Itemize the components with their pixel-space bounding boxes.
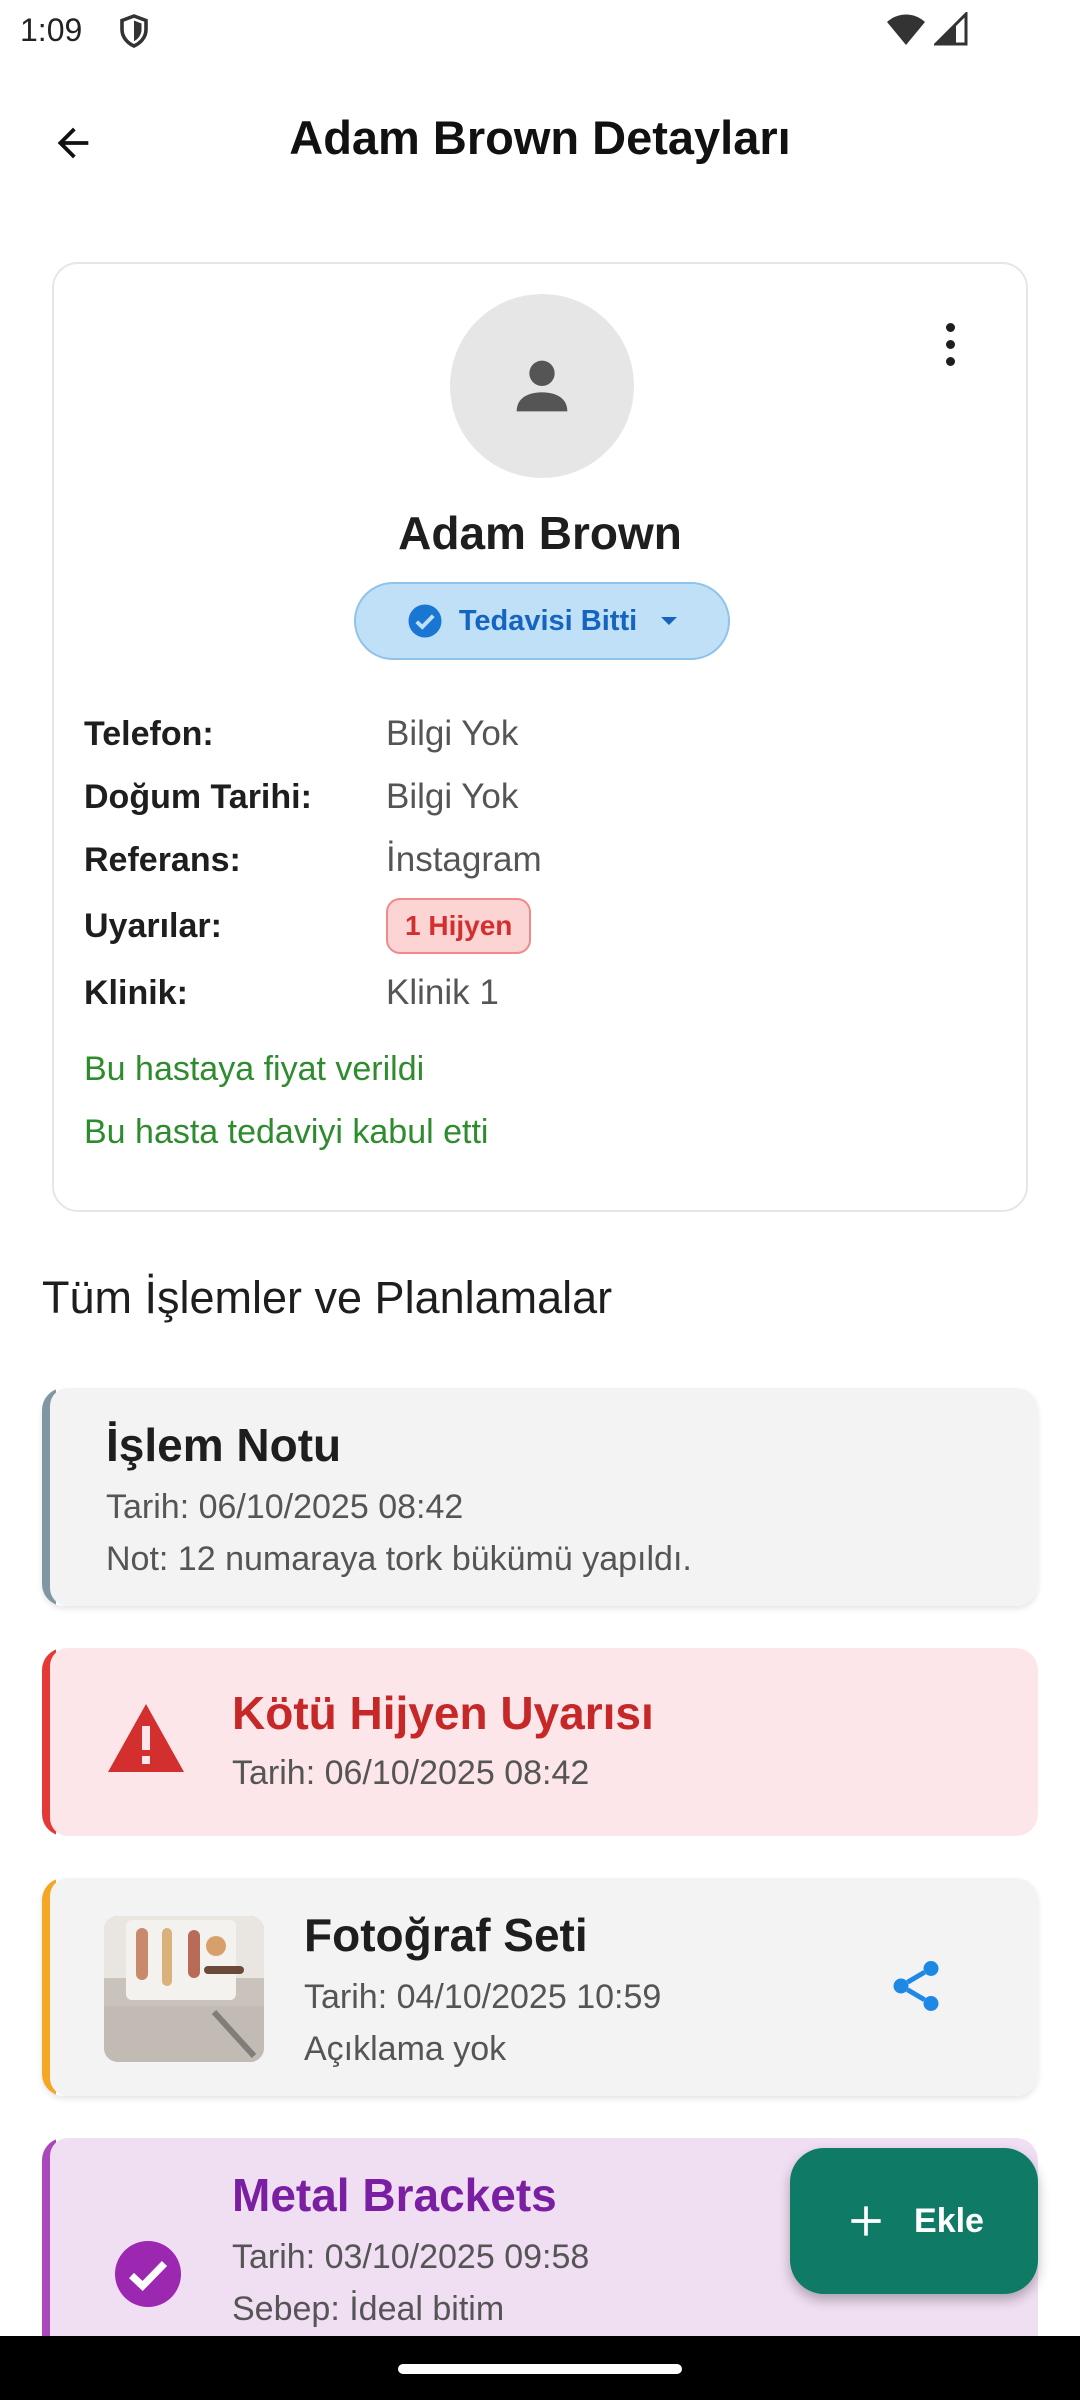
status-bar: 1:09 [0, 0, 1080, 62]
more-options-button[interactable] [930, 314, 970, 374]
procedure-note-card[interactable]: İşlem Notu Tarih: 06/10/2025 08:42 Not: … [42, 1388, 1038, 1606]
page-title: Adam Brown Detayları [289, 111, 791, 164]
hygiene-warning-card[interactable]: Kötü Hijyen Uyarısı Tarih: 06/10/2025 08… [42, 1648, 1038, 1836]
note-title: İşlem Notu [106, 1419, 342, 1471]
status-label: Tedavisi Bitti [458, 604, 638, 637]
info-value: Bilgi Yok [386, 777, 519, 816]
plus-icon [851, 2206, 881, 2236]
card-body: İşlem Notu Tarih: 06/10/2025 08:42 Not: … [50, 1388, 1038, 1606]
photo-title: Fotoğraf Seti [304, 1909, 588, 1961]
check-circle-icon [115, 2241, 181, 2307]
info-row-phone: Telefon: Bilgi Yok [84, 709, 984, 759]
chevron-down-icon [661, 617, 678, 625]
note-text: Not: 12 numaraya tork bükümü yapıldı. [106, 1540, 692, 1578]
photo-thumbnail-image [104, 1916, 264, 2062]
warning-badge[interactable]: 1 Hijyen [386, 898, 532, 954]
price-given-note: Bu hastaya fiyat verildi [84, 1050, 425, 1088]
more-vert-icon-dot [945, 356, 955, 366]
info-value: Klinik 1 [386, 973, 499, 1012]
info-label: Doğum Tarihi: [84, 777, 312, 816]
hygiene-title: Kötü Hijyen Uyarısı [232, 1687, 654, 1739]
patient-name: Adam Brown [398, 507, 682, 559]
more-vert-icon-dot [945, 339, 955, 349]
hygiene-date: Tarih: 06/10/2025 08:42 [232, 1754, 590, 1792]
patient-card: Adam Brown Tedavisi Bitti Telefon: Bilgi… [52, 262, 1028, 1212]
card-body: Fotoğraf Seti Tarih: 04/10/2025 10:59 Aç… [50, 1878, 1038, 2096]
brackets-reason: Sebep: İdeal bitim [232, 2290, 505, 2328]
home-gesture-handle[interactable] [398, 2364, 682, 2374]
info-label: Telefon: [84, 714, 214, 753]
add-button[interactable]: Ekle [790, 2148, 1038, 2294]
warning-triangle-icon [108, 1704, 184, 1772]
photo-description: Açıklama yok [304, 2030, 507, 2068]
info-row-warnings: Uyarılar: 1 Hijyen [84, 898, 984, 954]
signal-icon [934, 12, 968, 46]
more-vert-icon [945, 322, 955, 332]
add-button-label: Ekle [914, 2201, 984, 2240]
share-icon[interactable] [886, 1956, 946, 2016]
photo-set-card[interactable]: Fotoğraf Seti Tarih: 04/10/2025 10:59 Aç… [42, 1878, 1038, 2096]
person-icon [516, 360, 568, 412]
status-time: 1:09 [20, 12, 83, 48]
info-row-birthdate: Doğum Tarihi: Bilgi Yok [84, 772, 984, 822]
shield-icon [120, 14, 148, 48]
status-dropdown[interactable]: Tedavisi Bitti [354, 582, 730, 660]
info-row-clinic: Klinik: Klinik 1 [84, 968, 984, 1018]
info-label: Referans: [84, 840, 241, 879]
brackets-date: Tarih: 03/10/2025 09:58 [232, 2238, 590, 2276]
info-row-reference: Referans: İnstagram [84, 835, 984, 885]
section-title: Tüm İşlemler ve Planlamalar [42, 1272, 613, 1323]
treatment-accepted-note: Bu hasta tedaviyi kabul etti [84, 1113, 489, 1151]
info-value: Bilgi Yok [386, 714, 519, 753]
card-body: Kötü Hijyen Uyarısı Tarih: 06/10/2025 08… [50, 1648, 1038, 1836]
system-nav-bar [0, 2336, 1080, 2400]
app-bar: Adam Brown Detayları [0, 62, 1080, 212]
check-circle-icon [408, 604, 442, 638]
info-label: Uyarılar: [84, 906, 222, 945]
avatar [450, 294, 634, 478]
info-value: İnstagram [386, 840, 542, 879]
photo-thumbnail[interactable] [104, 1916, 264, 2062]
note-date: Tarih: 06/10/2025 08:42 [106, 1488, 464, 1526]
info-label: Klinik: [84, 973, 188, 1012]
brackets-title: Metal Brackets [232, 2169, 557, 2221]
wifi-icon [887, 14, 925, 45]
photo-date: Tarih: 04/10/2025 10:59 [304, 1978, 662, 2016]
